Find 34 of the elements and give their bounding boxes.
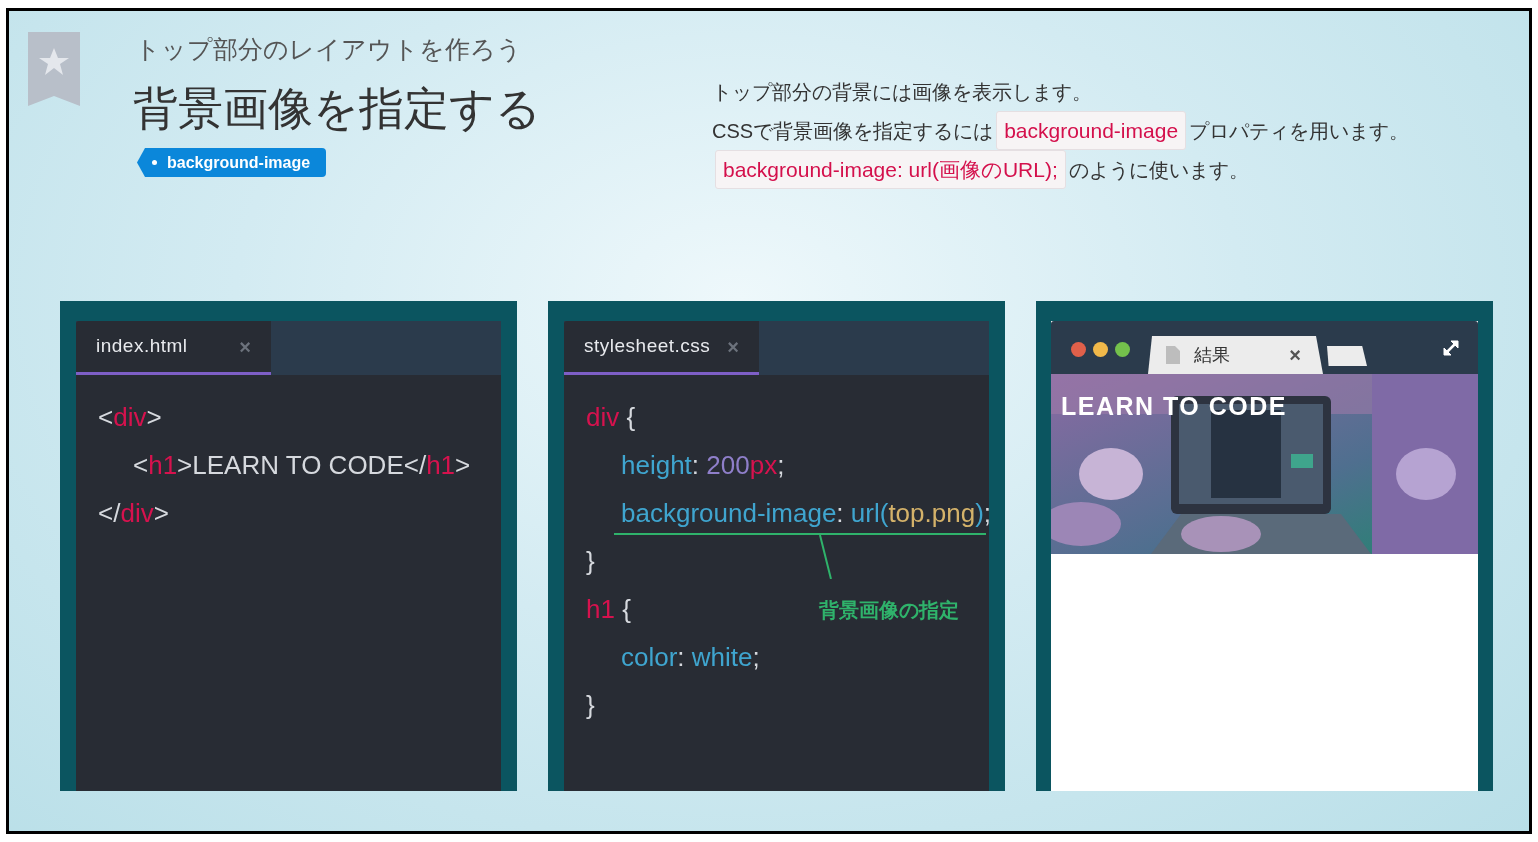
code-line: color: white; — [621, 640, 760, 674]
lesson-subtitle: トップ部分のレイアウトを作ろう — [135, 34, 522, 65]
expand-icon[interactable] — [1441, 338, 1461, 358]
code-line: </div> — [98, 496, 169, 530]
tab-label: stylesheet.css — [584, 334, 711, 359]
bullet-icon — [152, 160, 157, 165]
file-tab[interactable]: stylesheet.css × — [564, 321, 759, 375]
tab-label: 結果 — [1194, 343, 1230, 367]
code-line: } — [586, 544, 595, 578]
description-text: CSSで背景画像を指定するには — [712, 118, 994, 144]
code-line: background-image: url(top.png); — [621, 496, 992, 530]
code-line: height: 200px; — [621, 448, 785, 482]
inline-code: background-image — [996, 110, 1187, 151]
code-line: div { — [586, 400, 636, 434]
description-text: のように使います。 — [1068, 157, 1249, 183]
code-line: <h1>LEARN TO CODE</h1> — [133, 448, 471, 482]
new-tab-button[interactable] — [1327, 346, 1367, 366]
description-text: プロパティを用います。 — [1189, 118, 1410, 144]
close-icon[interactable]: × — [1289, 340, 1301, 370]
topic-tag: background-image — [137, 148, 327, 177]
tab-label: index.html — [96, 334, 188, 359]
description-text: トップ部分の背景には画像を表示します。 — [712, 79, 1092, 105]
code-line: } — [586, 688, 595, 722]
page-heading: LEARN TO CODE — [1061, 391, 1287, 422]
document-icon — [1166, 346, 1180, 364]
lesson-title: 背景画像を指定する — [133, 82, 541, 136]
leader-line — [819, 535, 832, 579]
file-tab[interactable]: index.html × — [76, 321, 271, 375]
inline-code: background-image: url(画像のURL); — [715, 149, 1066, 190]
browser-tab[interactable]: 結果 × — [1148, 336, 1323, 374]
bookmark-icon — [28, 32, 80, 106]
code-line: h1 { — [586, 592, 631, 626]
code-line: <div> — [98, 400, 162, 434]
annotation-label: 背景画像の指定 — [819, 598, 959, 623]
